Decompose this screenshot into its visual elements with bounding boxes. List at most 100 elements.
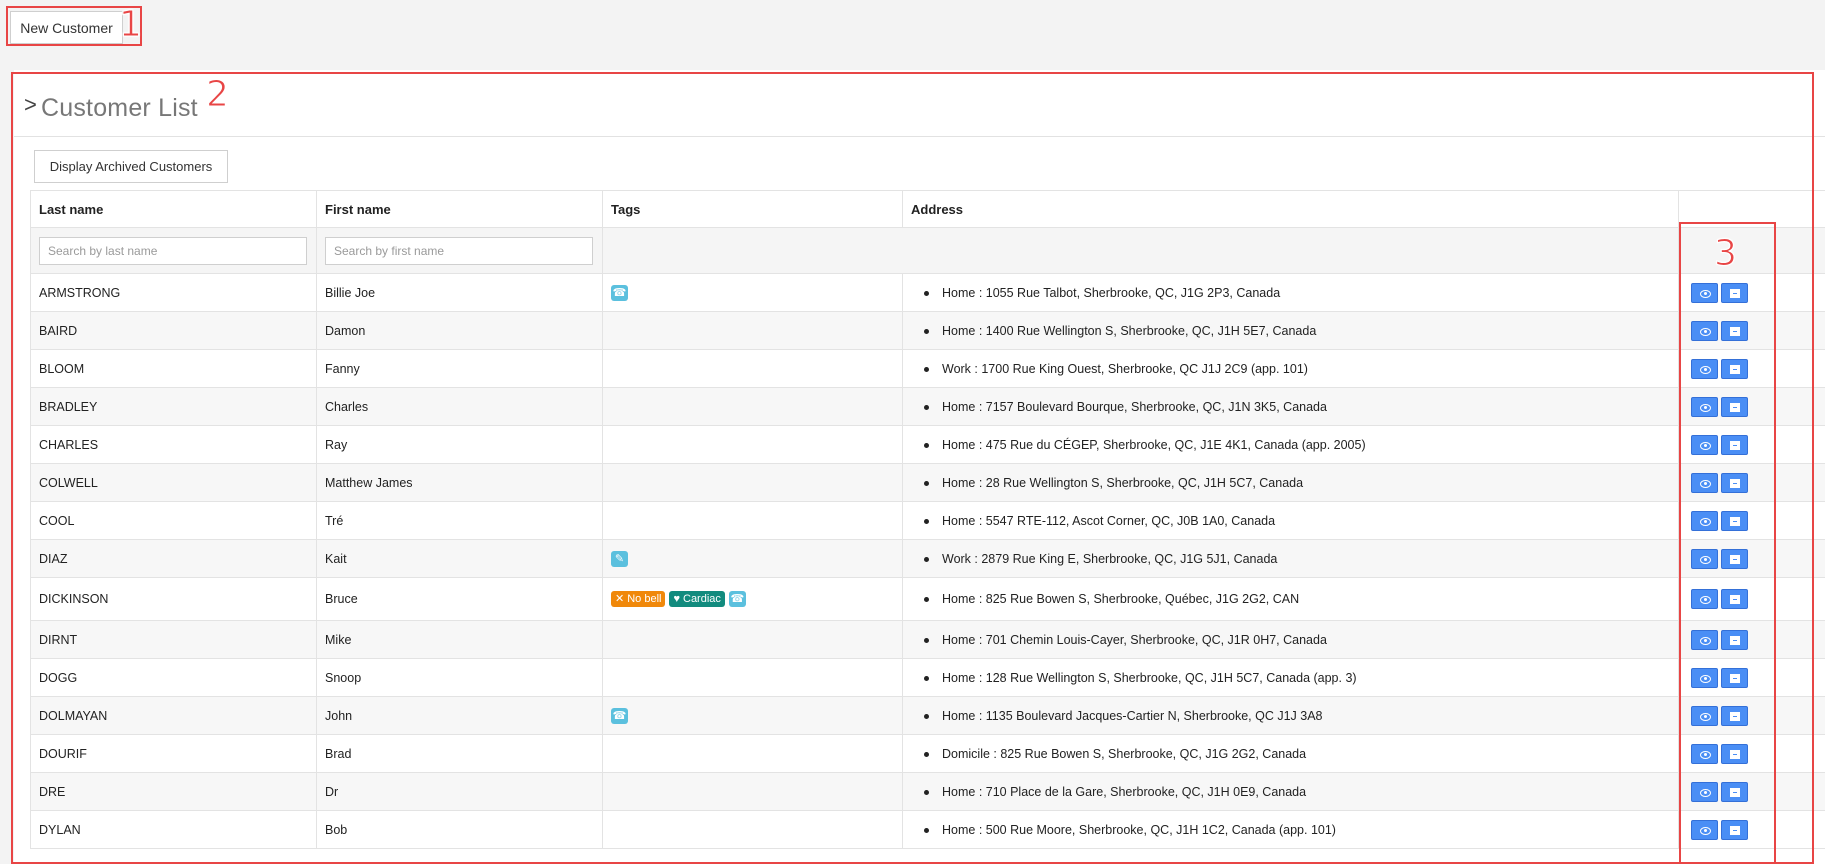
table-row[interactable]: BAIRD Damon Home : 1400 Rue Wellington S, … — [30, 311, 1825, 350]
cell-first-name: Mike — [316, 620, 603, 659]
table-row[interactable]: ARMSTRONG Billie Joe ☎ Home : 1055 Rue Talb… — [30, 273, 1825, 312]
cell-first-name: Brad — [316, 734, 603, 773]
phone-icon: ☎ — [728, 591, 746, 607]
view-customer-button[interactable] — [1691, 282, 1718, 303]
table-row[interactable]: DOURIF Brad Domicile : 825 Rue Bowen S, Sh… — [30, 734, 1825, 773]
column-header-address[interactable]: Address — [902, 190, 1679, 228]
archive-customer-button[interactable] — [1721, 819, 1748, 840]
archive-customer-button[interactable] — [1721, 667, 1748, 688]
view-customer-button[interactable] — [1691, 396, 1718, 417]
archive-customer-button[interactable] — [1721, 472, 1748, 493]
search-last-name-input[interactable] — [39, 236, 307, 265]
view-customer-button[interactable] — [1691, 743, 1718, 764]
table-row[interactable]: DIAZ Kait ✎ Work : 2879 Rue King E, Sherbro… — [30, 539, 1825, 578]
view-customer-button[interactable] — [1691, 510, 1718, 531]
view-customer-button[interactable] — [1691, 629, 1718, 650]
address-text: Home : 1400 Rue Wellington S, Sherbrooke… — [942, 323, 1317, 338]
cell-last-name: DOURIF — [30, 734, 317, 773]
table-row[interactable]: COLWELL Matthew James Home : 28 Rue Wellin… — [30, 463, 1825, 502]
cell-actions — [1678, 658, 1825, 697]
cell-first-name: Tré — [316, 501, 603, 540]
address-text: Home : 28 Rue Wellington S, Sherbrooke, … — [942, 475, 1304, 490]
view-customer-button[interactable] — [1691, 320, 1718, 341]
view-customer-button[interactable] — [1691, 667, 1718, 688]
view-customer-button[interactable] — [1691, 358, 1718, 379]
cell-address: Home : 475 Rue du CÉGEP, Sherbrooke, QC,… — [902, 425, 1679, 464]
address-text: Home : 7157 Boulevard Bourque, Sherbrook… — [942, 399, 1327, 414]
view-customer-button[interactable] — [1691, 472, 1718, 493]
cell-first-name: Ray — [316, 425, 603, 464]
archive-icon — [1730, 364, 1740, 374]
archive-customer-button[interactable] — [1721, 781, 1748, 802]
column-header-last-name[interactable]: Last name — [30, 190, 317, 228]
cell-address: Home : 701 Chemin Louis-Cayer, Sherbrook… — [902, 620, 1679, 659]
address-text: Domicile : 825 Rue Bowen S, Sherbrooke, … — [942, 746, 1307, 761]
cell-first-name: Kait — [316, 539, 603, 578]
eye-icon — [1700, 365, 1711, 374]
table-header-row: Last name First name Tags Address — [30, 190, 1825, 228]
view-customer-button[interactable] — [1691, 781, 1718, 802]
cell-tags — [602, 620, 903, 659]
address-text: Home : 1135 Boulevard Jacques-Cartier N,… — [942, 708, 1323, 723]
bell-slash-icon: ✕ No bell — [611, 591, 666, 607]
view-customer-button[interactable] — [1691, 705, 1718, 726]
table-row[interactable]: COOL Tré Home : 5547 RTE-112, Ascot Corner… — [30, 501, 1825, 540]
table-row[interactable]: DRE Dr Home : 710 Place de la Gare, Sherbr… — [30, 772, 1825, 811]
archive-customer-button[interactable] — [1721, 510, 1748, 531]
view-customer-button[interactable] — [1691, 434, 1718, 455]
view-customer-button[interactable] — [1691, 548, 1718, 569]
search-first-name-input[interactable] — [325, 236, 593, 265]
display-archived-button[interactable]: Display Archived Customers — [34, 150, 228, 183]
archive-icon — [1730, 402, 1740, 412]
archive-customer-button[interactable] — [1721, 358, 1748, 379]
view-customer-button[interactable] — [1691, 819, 1718, 840]
filter-cell-empty — [602, 227, 1679, 274]
archive-icon — [1730, 787, 1740, 797]
archive-customer-button[interactable] — [1721, 320, 1748, 341]
table-row[interactable]: DIRNT Mike Home : 701 Chemin Louis-Cayer, … — [30, 620, 1825, 659]
cell-address: Home : 7157 Boulevard Bourque, Sherbrook… — [902, 387, 1679, 426]
eye-icon — [1700, 674, 1711, 683]
table-row[interactable]: BLOOM Fanny Work : 1700 Rue King Ouest, Sh… — [30, 349, 1825, 388]
tag-label: No bell — [627, 593, 662, 605]
address-text: Home : 128 Rue Wellington S, Sherbrooke,… — [942, 670, 1357, 685]
column-header-first-name[interactable]: First name — [316, 190, 603, 228]
archive-icon — [1730, 825, 1740, 835]
chevron-right-icon[interactable]: > — [24, 92, 37, 118]
archive-customer-button[interactable] — [1721, 396, 1748, 417]
filter-cell-first-name — [316, 227, 603, 274]
table-row[interactable]: DICKINSON Bruce ✕ No bell ♥ Cardiac ☎ Home : 82… — [30, 577, 1825, 621]
cell-last-name: DYLAN — [30, 810, 317, 849]
archive-customer-button[interactable] — [1721, 705, 1748, 726]
cell-address: Home : 825 Rue Bowen S, Sherbrooke, Québ… — [902, 577, 1679, 621]
top-toolbar: New Customer — [0, 0, 1825, 68]
view-customer-button[interactable] — [1691, 589, 1718, 609]
archive-customer-button[interactable] — [1721, 589, 1748, 609]
cell-address: Home : 710 Place de la Gare, Sherbrooke,… — [902, 772, 1679, 811]
cell-address: Home : 128 Rue Wellington S, Sherbrooke,… — [902, 658, 1679, 697]
cell-first-name: Charles — [316, 387, 603, 426]
phone-icon-glyph: ☎ — [612, 709, 627, 722]
column-header-tags[interactable]: Tags — [602, 190, 903, 228]
cell-address: Home : 28 Rue Wellington S, Sherbrooke, … — [902, 463, 1679, 502]
eye-icon — [1700, 826, 1711, 835]
cell-tags: ☎ — [602, 273, 903, 312]
archive-customer-button[interactable] — [1721, 434, 1748, 455]
archive-customer-button[interactable] — [1721, 743, 1748, 764]
archive-customer-button[interactable] — [1721, 548, 1748, 569]
table-row[interactable]: DOLMAYAN John ☎ Home : 1135 Boulevard Jacqu… — [30, 696, 1825, 735]
archive-icon — [1730, 595, 1740, 604]
table-row[interactable]: CHARLES Ray Home : 475 Rue du CÉGEP, Sherb… — [30, 425, 1825, 464]
table-row[interactable]: DYLAN Bob Home : 500 Rue Moore, Sherbrooke… — [30, 810, 1825, 849]
table-row[interactable]: DOGG Snoop Home : 128 Rue Wellington S, Sh… — [30, 658, 1825, 697]
archive-customer-button[interactable] — [1721, 282, 1748, 303]
cell-address: Home : 1055 Rue Talbot, Sherbrooke, QC, … — [902, 273, 1679, 312]
archive-customer-button[interactable] — [1721, 629, 1748, 650]
eye-icon — [1700, 441, 1711, 450]
cell-last-name: COLWELL — [30, 463, 317, 502]
table-row[interactable]: BRADLEY Charles Home : 7157 Boulevard Bour… — [30, 387, 1825, 426]
archive-icon — [1730, 478, 1740, 488]
archive-icon — [1730, 326, 1740, 336]
cell-actions — [1678, 810, 1825, 849]
new-customer-button[interactable]: New Customer — [10, 11, 123, 44]
